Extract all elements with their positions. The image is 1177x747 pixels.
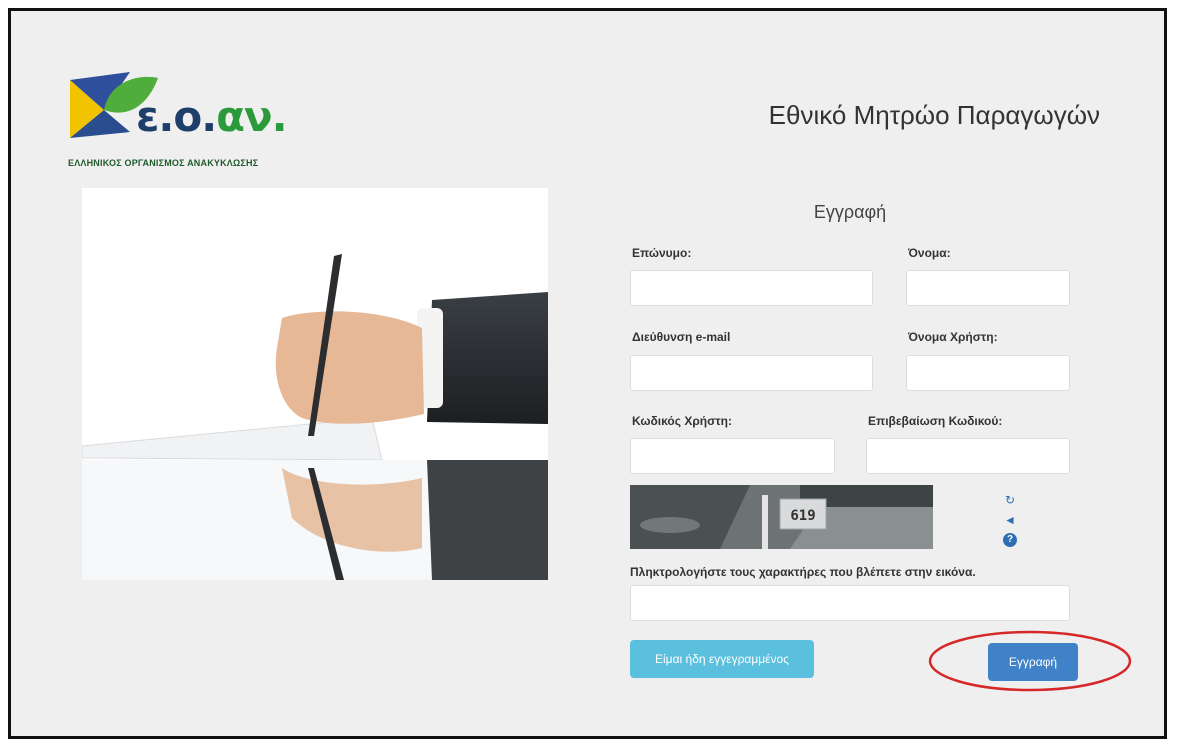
username-input[interactable] bbox=[906, 355, 1070, 391]
username-label: Όνομα Χρήστη: bbox=[908, 330, 998, 344]
surname-label: Επώνυμο: bbox=[632, 246, 692, 260]
captcha-number: 619 bbox=[790, 508, 815, 524]
logo-wordmark-main: ε.ο. bbox=[136, 92, 217, 141]
captcha-input[interactable] bbox=[630, 585, 1070, 621]
signing-hand-photo bbox=[82, 188, 548, 580]
register-highlight-ellipse bbox=[928, 630, 1132, 692]
logo-wordmark-accent: αν. bbox=[216, 92, 287, 141]
app-title: Εθνικό Μητρώο Παραγωγών bbox=[768, 100, 1100, 130]
name-input[interactable] bbox=[906, 270, 1070, 306]
confirm-password-input[interactable] bbox=[866, 438, 1070, 474]
audio-icon[interactable]: ◄ bbox=[1003, 513, 1017, 527]
help-icon[interactable]: ? bbox=[1003, 533, 1017, 547]
captcha-instruction: Πληκτρολογήστε τους χαρακτήρες που βλέπε… bbox=[630, 565, 976, 579]
already-registered-button[interactable]: Είμαι ήδη εγγεγραμμένος bbox=[630, 640, 814, 678]
form-title: Εγγραφή bbox=[813, 202, 887, 222]
password-input[interactable] bbox=[630, 438, 835, 474]
email-label: Διεύθυνση e-mail bbox=[632, 330, 731, 344]
password-label: Κωδικός Χρήστη: bbox=[632, 414, 732, 428]
logo-wordmark: ε.ο.αν. bbox=[136, 92, 288, 141]
surname-input[interactable] bbox=[630, 270, 873, 306]
name-label: Όνομα: bbox=[908, 246, 951, 260]
eoan-logo: ε.ο.αν. ΕΛΛΗΝΙΚΟΣ ΟΡΓΑΝΙΣΜΟΣ ΑΝΑΚΥΚΛΩΣΗΣ bbox=[66, 62, 326, 182]
logo-subtitle: ΕΛΛΗΝΙΚΟΣ ΟΡΓΑΝΙΣΜΟΣ ΑΝΑΚΥΚΛΩΣΗΣ bbox=[68, 158, 259, 168]
confirm-password-label: Επιβεβαίωση Κωδικού: bbox=[868, 414, 1003, 428]
refresh-icon[interactable]: ↻ bbox=[1003, 493, 1017, 507]
captcha-image: 619 bbox=[630, 485, 933, 549]
email-input[interactable] bbox=[630, 355, 873, 391]
